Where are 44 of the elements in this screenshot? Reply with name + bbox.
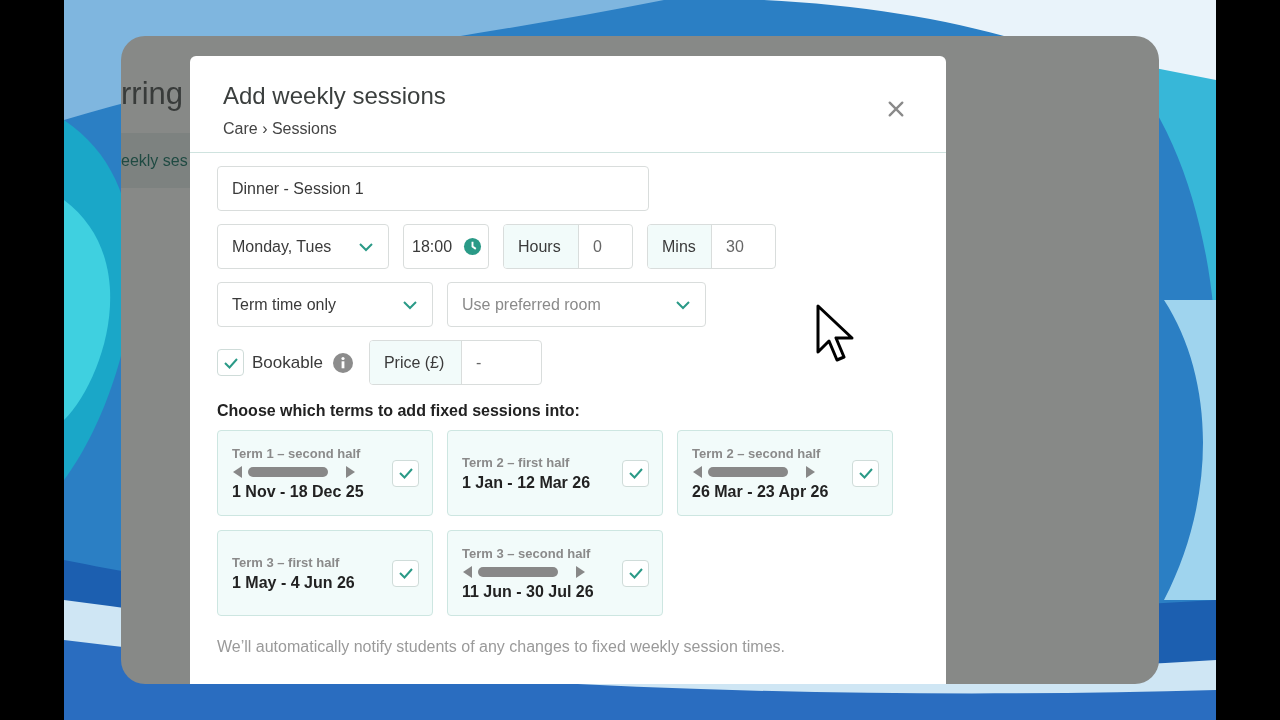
footer-note: We’ll automatically notify students of any changes to fixed weekly session times. (217, 638, 786, 656)
info-icon[interactable] (332, 352, 353, 373)
mins-input[interactable]: Mins 30 (647, 224, 776, 269)
term-dates: 26 Mar - 23 Apr 26 (692, 482, 829, 501)
hours-input[interactable]: Hours 0 (503, 224, 633, 269)
term-checkbox[interactable] (622, 559, 649, 587)
clock-icon (463, 237, 482, 256)
section-heading: Choose which terms to add fixed sessions into: (217, 402, 581, 420)
term-name: Term 3 – first half (232, 554, 341, 570)
scrollbar-icon[interactable] (462, 564, 586, 579)
chevron-down-icon (675, 299, 691, 310)
name-input[interactable]: Dinner - Session 1 (217, 166, 649, 211)
term-dates: 1 Jan - 12 Mar 26 (462, 473, 591, 492)
term-card[interactable]: Term 3 – second half 11 Jun - 30 Jul 26 (447, 530, 663, 616)
term-dates: 1 Nov - 18 Dec 25 (232, 482, 364, 501)
chevron-down-icon (358, 241, 374, 252)
term-name: Term 2 – first half (462, 454, 571, 470)
close-icon[interactable] (887, 100, 905, 118)
term-select[interactable]: Term time only (217, 282, 433, 327)
term-name: Term 2 – second half (692, 445, 822, 461)
term-checkbox[interactable] (392, 559, 419, 587)
term-name: Term 1 – second half (232, 445, 362, 461)
term-card[interactable]: Term 2 – first half 1 Jan - 12 Mar 26 (447, 430, 663, 516)
bookable-checkbox[interactable] (217, 349, 244, 376)
term-checkbox[interactable] (852, 459, 879, 487)
term-checkbox[interactable] (622, 459, 649, 487)
term-name: Term 3 – second half (462, 545, 592, 561)
chevron-down-icon (402, 299, 418, 310)
term-card[interactable]: Term 1 – second half 1 Nov - 18 Dec 25 (217, 430, 433, 516)
dialog-title: Add weekly sessions (223, 82, 446, 110)
scrollbar-icon[interactable] (692, 464, 816, 479)
term-card[interactable]: Term 3 – first half 1 May - 4 Jun 26 (217, 530, 433, 616)
days-select[interactable]: Monday, Tues (217, 224, 389, 269)
term-card[interactable]: Term 2 – second half 26 Mar - 23 Apr 26 (677, 430, 893, 516)
time-input[interactable]: 18:00 (403, 224, 489, 269)
scrollbar-icon[interactable] (232, 464, 356, 479)
bookable-label: Bookable (252, 352, 323, 373)
room-select[interactable]: Use preferred room (447, 282, 706, 327)
term-dates: 1 May - 4 Jun 26 (232, 573, 355, 592)
page-heading: rring (121, 76, 183, 112)
price-input[interactable]: Price (£) - (368, 340, 542, 385)
term-dates: 11 Jun - 30 Jul 26 (462, 582, 594, 601)
term-checkbox[interactable] (392, 459, 419, 487)
breadcrumb: Care › Sessions (223, 120, 338, 138)
